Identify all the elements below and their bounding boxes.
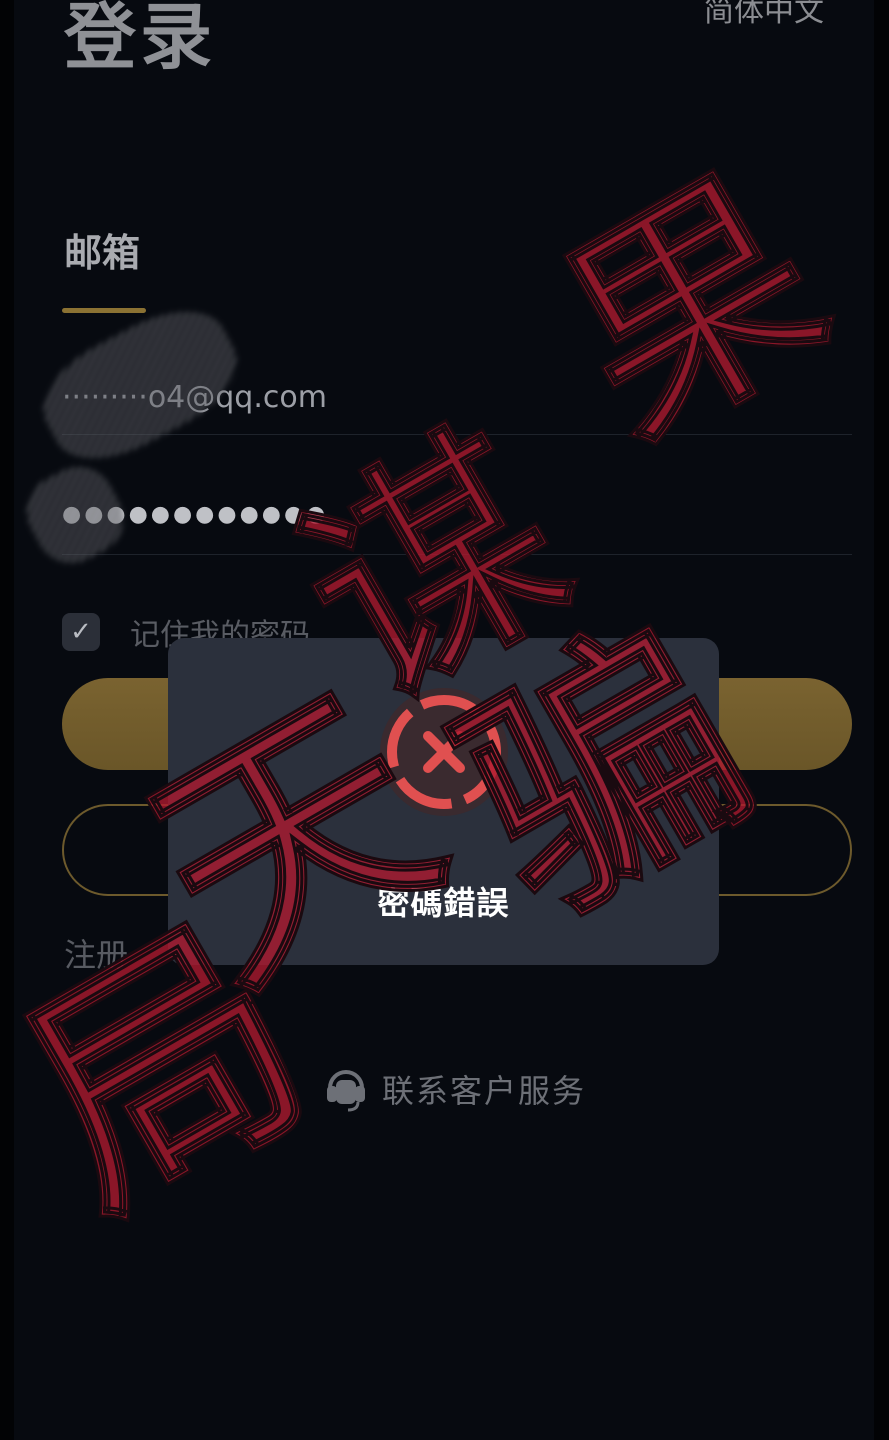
page-title: 登录 (64, 0, 217, 79)
tab-active-indicator (62, 308, 146, 313)
language-switch[interactable]: 简体中文 (704, 0, 824, 30)
contact-support-link[interactable]: 联系客户服务 (322, 1064, 586, 1114)
tab-email[interactable]: 邮箱 (64, 222, 140, 277)
checkmark-icon: ✓ (70, 617, 92, 647)
remember-checkbox[interactable]: ✓ (62, 613, 100, 651)
password-field[interactable]: ●●●●●●●●●●●● (62, 484, 852, 555)
register-link[interactable]: 注册 (64, 930, 128, 976)
error-toast: 密碼錯誤 (168, 638, 719, 965)
toast-message: 密碼錯誤 (377, 884, 510, 922)
contact-support-label: 联系客户服务 (382, 1072, 587, 1110)
headset-icon (327, 1070, 365, 1112)
error-icon (380, 688, 508, 816)
